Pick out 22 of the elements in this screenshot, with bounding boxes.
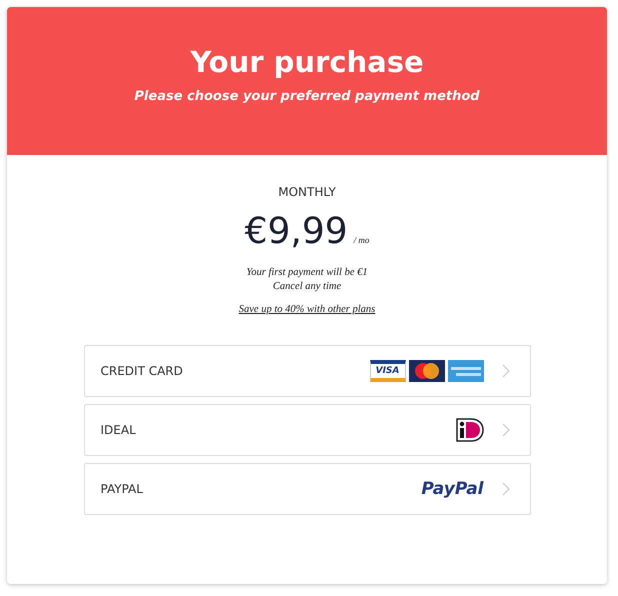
chevron-right-icon — [502, 482, 510, 496]
payment-method-label: IDEAL — [100, 423, 137, 437]
plan-note: Cancel any time — [272, 280, 342, 294]
payment-method-row[interactable]: PAYPAL PayPal — [84, 463, 530, 515]
visa-logo: VISA — [370, 360, 406, 382]
chevron-right-icon — [502, 423, 510, 437]
ideal-logo — [456, 418, 484, 442]
paypal-logo: PayPal — [421, 479, 484, 499]
page-title: Your purchase — [190, 45, 424, 79]
card-circles-logo — [408, 360, 444, 382]
page-subtitle: Please choose your preferred payment method — [134, 89, 480, 104]
payment-method-row[interactable]: IDEAL — [84, 404, 530, 456]
plan-note: Your first payment will be €1 — [246, 266, 368, 280]
payment-method-label: CREDIT CARD — [100, 364, 184, 378]
payment-method-row[interactable]: CREDIT CARD VISA — [84, 345, 530, 397]
plan-name: MONTHLY — [278, 185, 336, 199]
striped-card-logo — [448, 360, 484, 382]
payment-method-label: PAYPAL — [100, 482, 144, 496]
price: €9,99 — [244, 211, 348, 252]
other-plans-link[interactable]: Save up to 40% with other plans — [238, 304, 376, 315]
price-period: / mo — [354, 235, 370, 245]
chevron-right-icon — [502, 364, 510, 378]
